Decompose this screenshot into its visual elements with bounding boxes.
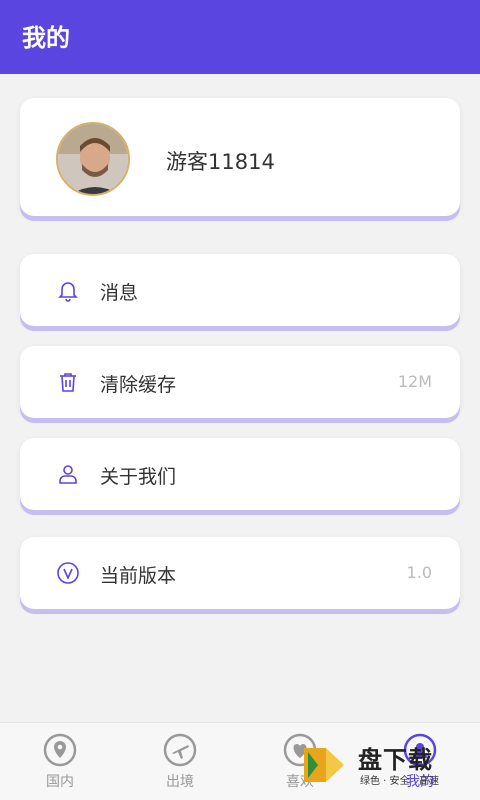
cache-size: 12M xyxy=(397,372,432,391)
tab-label: 国内 xyxy=(46,774,74,790)
trash-icon xyxy=(60,373,76,392)
tab-label: 出境 xyxy=(166,774,194,790)
menu-label: 消息 xyxy=(100,282,139,304)
watermark: 盘下载 绿色 · 安全 · 高速 xyxy=(302,738,472,794)
watermark-brand: 盘下载 xyxy=(358,746,433,774)
menu-item-version[interactable]: 当前版本 1.0 xyxy=(20,537,460,609)
watermark-logo-icon xyxy=(304,748,344,782)
bell-icon xyxy=(58,282,78,302)
username: 游客11814 xyxy=(166,150,275,174)
menu-item-messages[interactable]: 消息 xyxy=(20,254,460,326)
bottom-tab-bar: 国内 出境 喜欢 我的 盘下载 绿色 · 安全 · 高速 xyxy=(0,722,480,800)
tab-domestic[interactable]: 国内 xyxy=(15,733,105,791)
watermark-slogan: 绿色 · 安全 · 高速 xyxy=(360,776,440,787)
person-icon xyxy=(59,465,77,484)
page-title: 我的 xyxy=(22,24,70,52)
menu-label: 关于我们 xyxy=(100,466,177,488)
location-pin-icon xyxy=(43,733,77,767)
app-header: 我的 xyxy=(0,0,480,74)
profile-card[interactable]: 游客11814 xyxy=(20,98,460,216)
airplane-icon xyxy=(163,733,197,767)
tab-outbound[interactable]: 出境 xyxy=(135,733,225,791)
version-icon xyxy=(57,562,79,584)
menu-label: 清除缓存 xyxy=(100,374,177,396)
menu-item-about-us[interactable]: 关于我们 xyxy=(20,438,460,510)
menu-item-clear-cache[interactable]: 清除缓存 12M xyxy=(20,346,460,418)
menu-label: 当前版本 xyxy=(100,565,177,587)
version-number: 1.0 xyxy=(406,563,432,582)
avatar[interactable] xyxy=(56,122,130,196)
